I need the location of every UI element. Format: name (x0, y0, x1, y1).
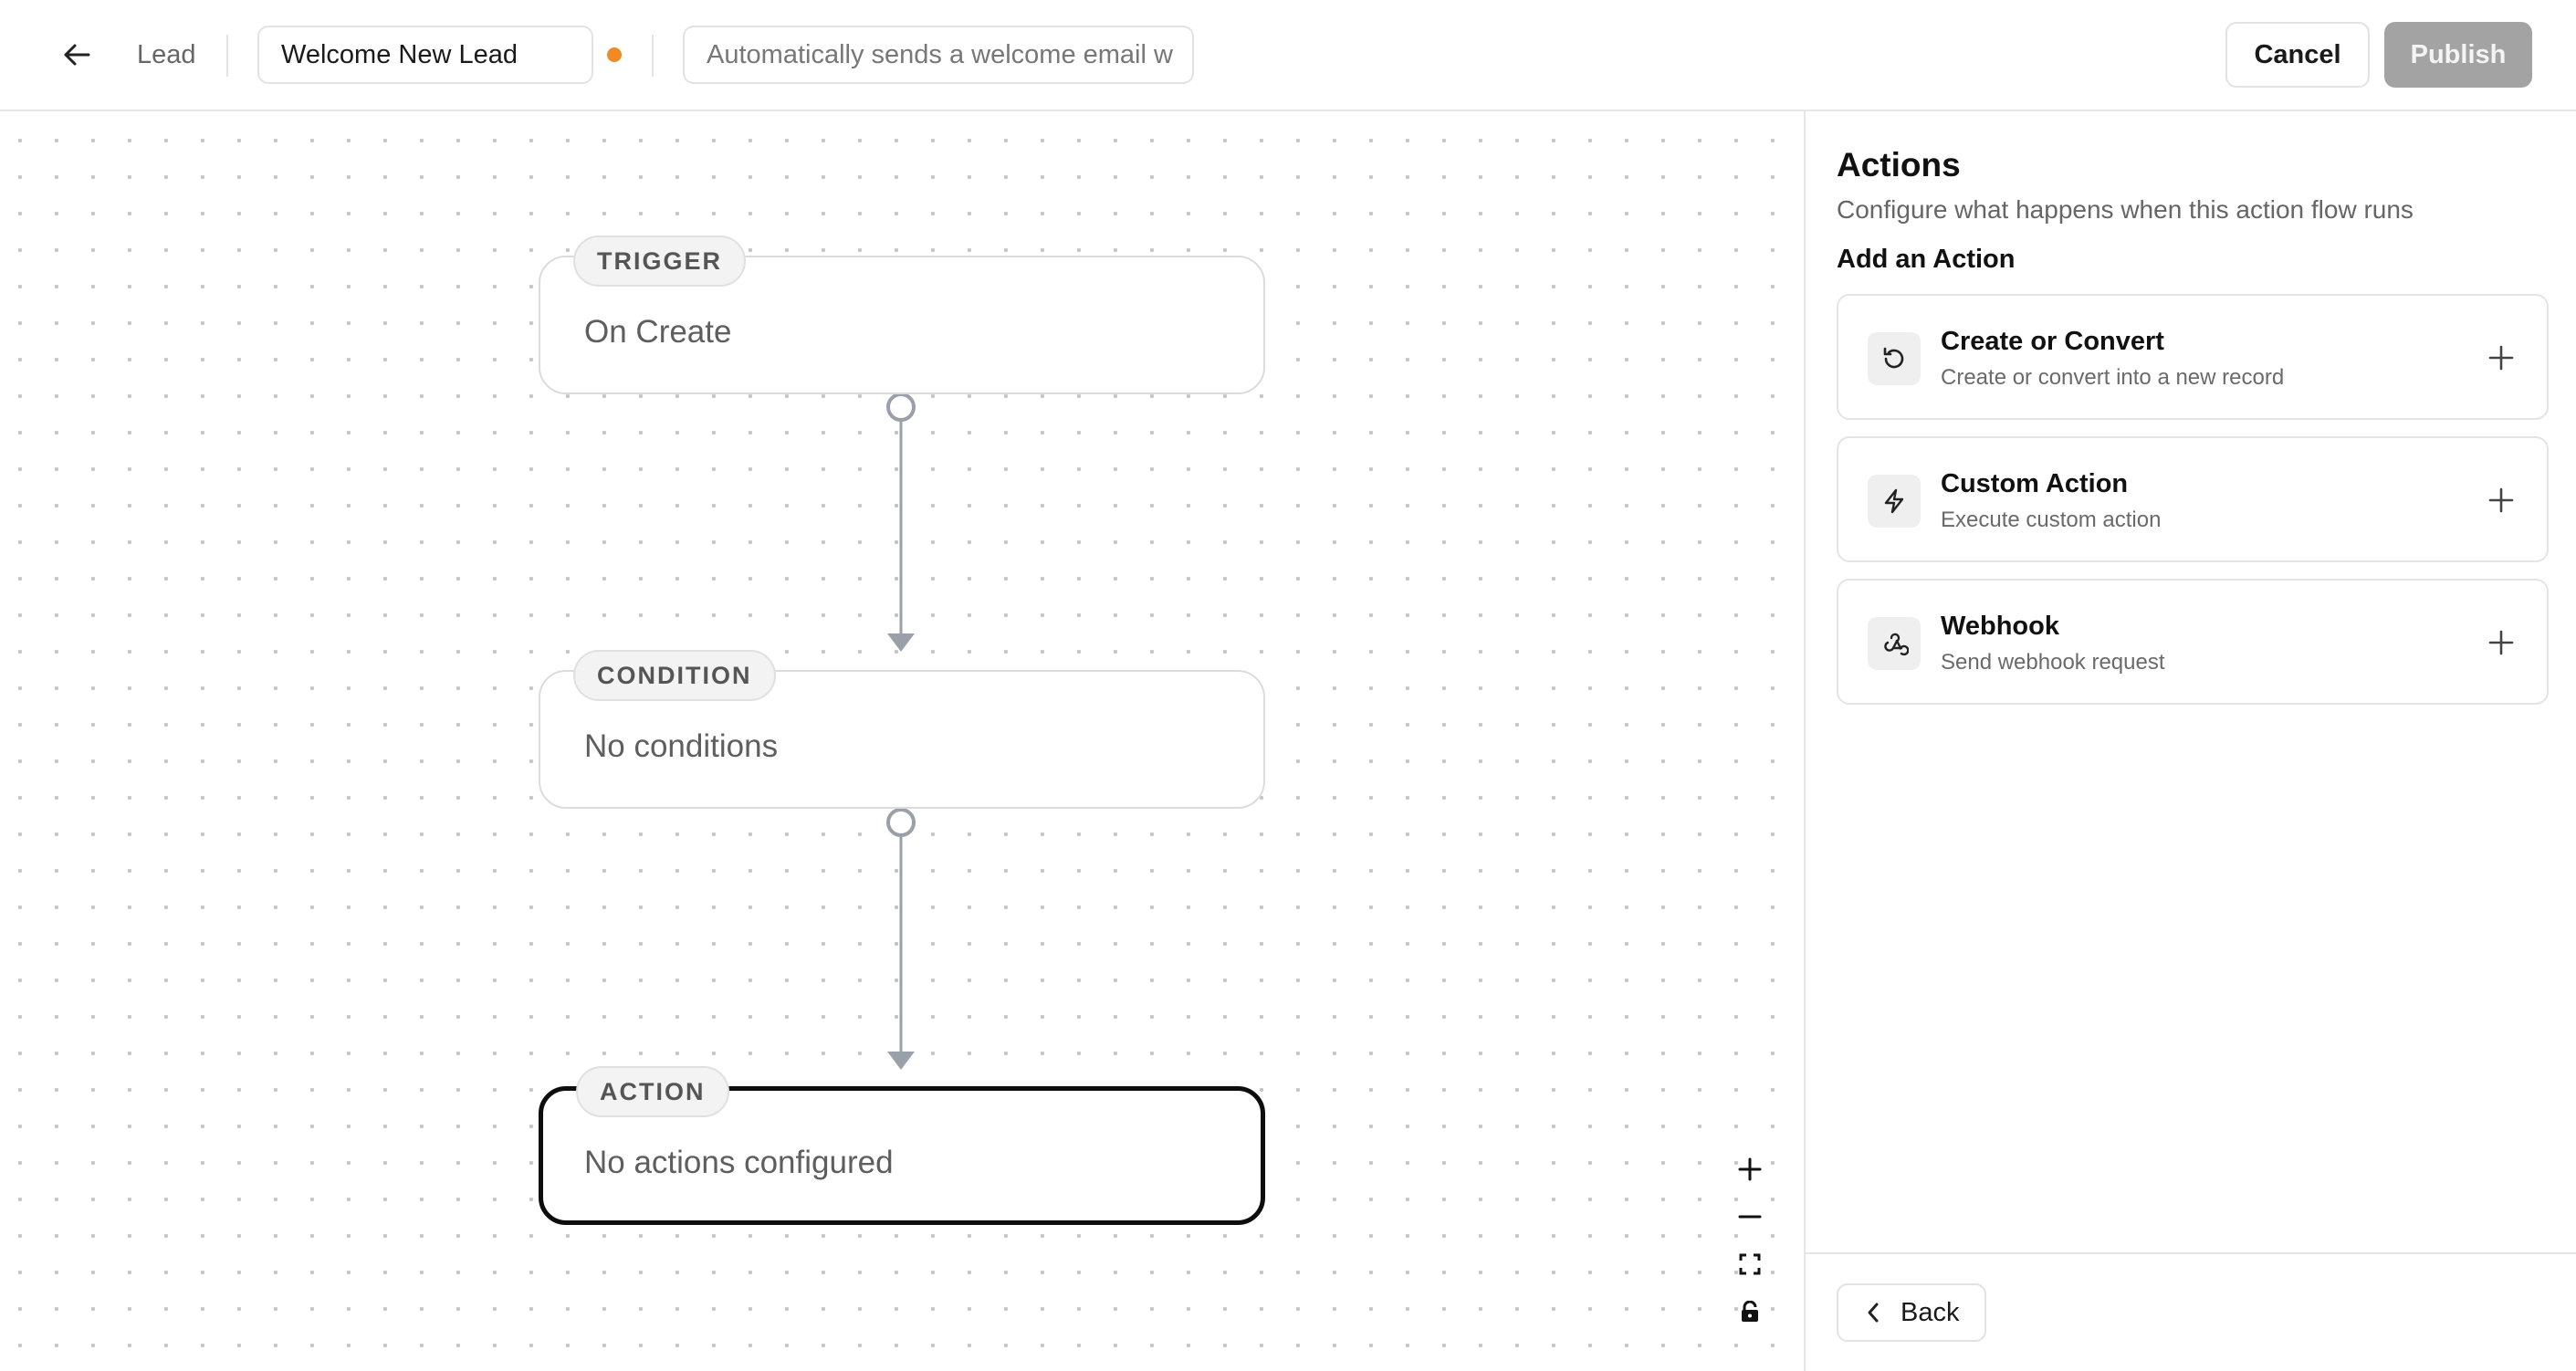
plus-icon[interactable] (2483, 340, 2519, 376)
action-description: Create or convert into a new record (1941, 365, 2285, 390)
zap-icon (1868, 475, 1921, 528)
node-badge: ACTION (576, 1066, 729, 1117)
zoom-out-icon[interactable] (1727, 1193, 1773, 1240)
plus-icon[interactable] (2483, 482, 2519, 518)
plus-icon[interactable] (2483, 624, 2519, 661)
action-description: Execute custom action (1941, 508, 2162, 532)
header-divider (226, 35, 228, 77)
edge-arrowhead (887, 1052, 915, 1070)
trigger-node[interactable]: TRIGGER On Create (539, 235, 1265, 394)
panel-footer: Back (1806, 1252, 2576, 1371)
action-name: Webhook (1941, 612, 2059, 641)
node-badge: CONDITION (573, 650, 776, 701)
chevron-left-icon (1868, 1303, 1879, 1323)
actions-panel: Actions Configure what happens when this… (1804, 111, 2576, 1371)
node-badge: TRIGGER (573, 235, 747, 287)
zoom-in-icon[interactable] (1727, 1146, 1773, 1193)
action-description: Send webhook request (1941, 650, 2165, 675)
action-node[interactable]: ACTION No actions configured (539, 1066, 1265, 1225)
lock-icon[interactable] (1727, 1288, 1773, 1335)
edge-arrowhead (887, 633, 915, 652)
panel-title: Actions (1837, 146, 1961, 183)
node-handle[interactable] (886, 808, 916, 837)
action-name: Create or Convert (1941, 327, 2164, 356)
entity-breadcrumb[interactable]: Lead (137, 37, 196, 73)
node-handle[interactable] (886, 392, 916, 422)
header-divider (652, 35, 654, 77)
arrow-left-icon[interactable] (58, 38, 95, 71)
action-card-webhook[interactable]: Webhook Send webhook request (1837, 579, 2549, 705)
unsaved-indicator (607, 47, 622, 62)
panel-subtitle: Configure what happens when this action … (1837, 195, 2414, 224)
flow-name-input[interactable]: Welcome New Lead (257, 26, 593, 84)
back-button-label: Back (1901, 1297, 1960, 1327)
action-name: Custom Action (1941, 469, 2129, 498)
publish-button[interactable]: Publish (2384, 22, 2532, 88)
fit-view-icon[interactable] (1727, 1240, 1773, 1288)
flow-description-input[interactable]: Automatically sends a welcome email w (683, 26, 1194, 84)
flow-canvas[interactable]: TRIGGER On Create CONDITION No condition… (0, 111, 1804, 1371)
node-text: On Create (584, 314, 732, 350)
canvas-controls (1727, 1146, 1773, 1335)
action-card-create-or-convert[interactable]: Create or Convert Create or convert into… (1837, 294, 2549, 420)
top-bar: Lead Welcome New Lead Automatically send… (0, 0, 2576, 111)
webhook-icon (1868, 617, 1921, 670)
back-button[interactable]: Back (1837, 1283, 1986, 1342)
node-text: No actions configured (584, 1145, 894, 1180)
rotate-ccw-icon (1868, 332, 1921, 385)
add-action-label: Add an Action (1837, 245, 2016, 274)
node-text: No conditions (584, 728, 779, 764)
action-card-custom-action[interactable]: Custom Action Execute custom action (1837, 436, 2549, 562)
cancel-button[interactable]: Cancel (2225, 22, 2370, 88)
condition-node[interactable]: CONDITION No conditions (539, 650, 1265, 809)
